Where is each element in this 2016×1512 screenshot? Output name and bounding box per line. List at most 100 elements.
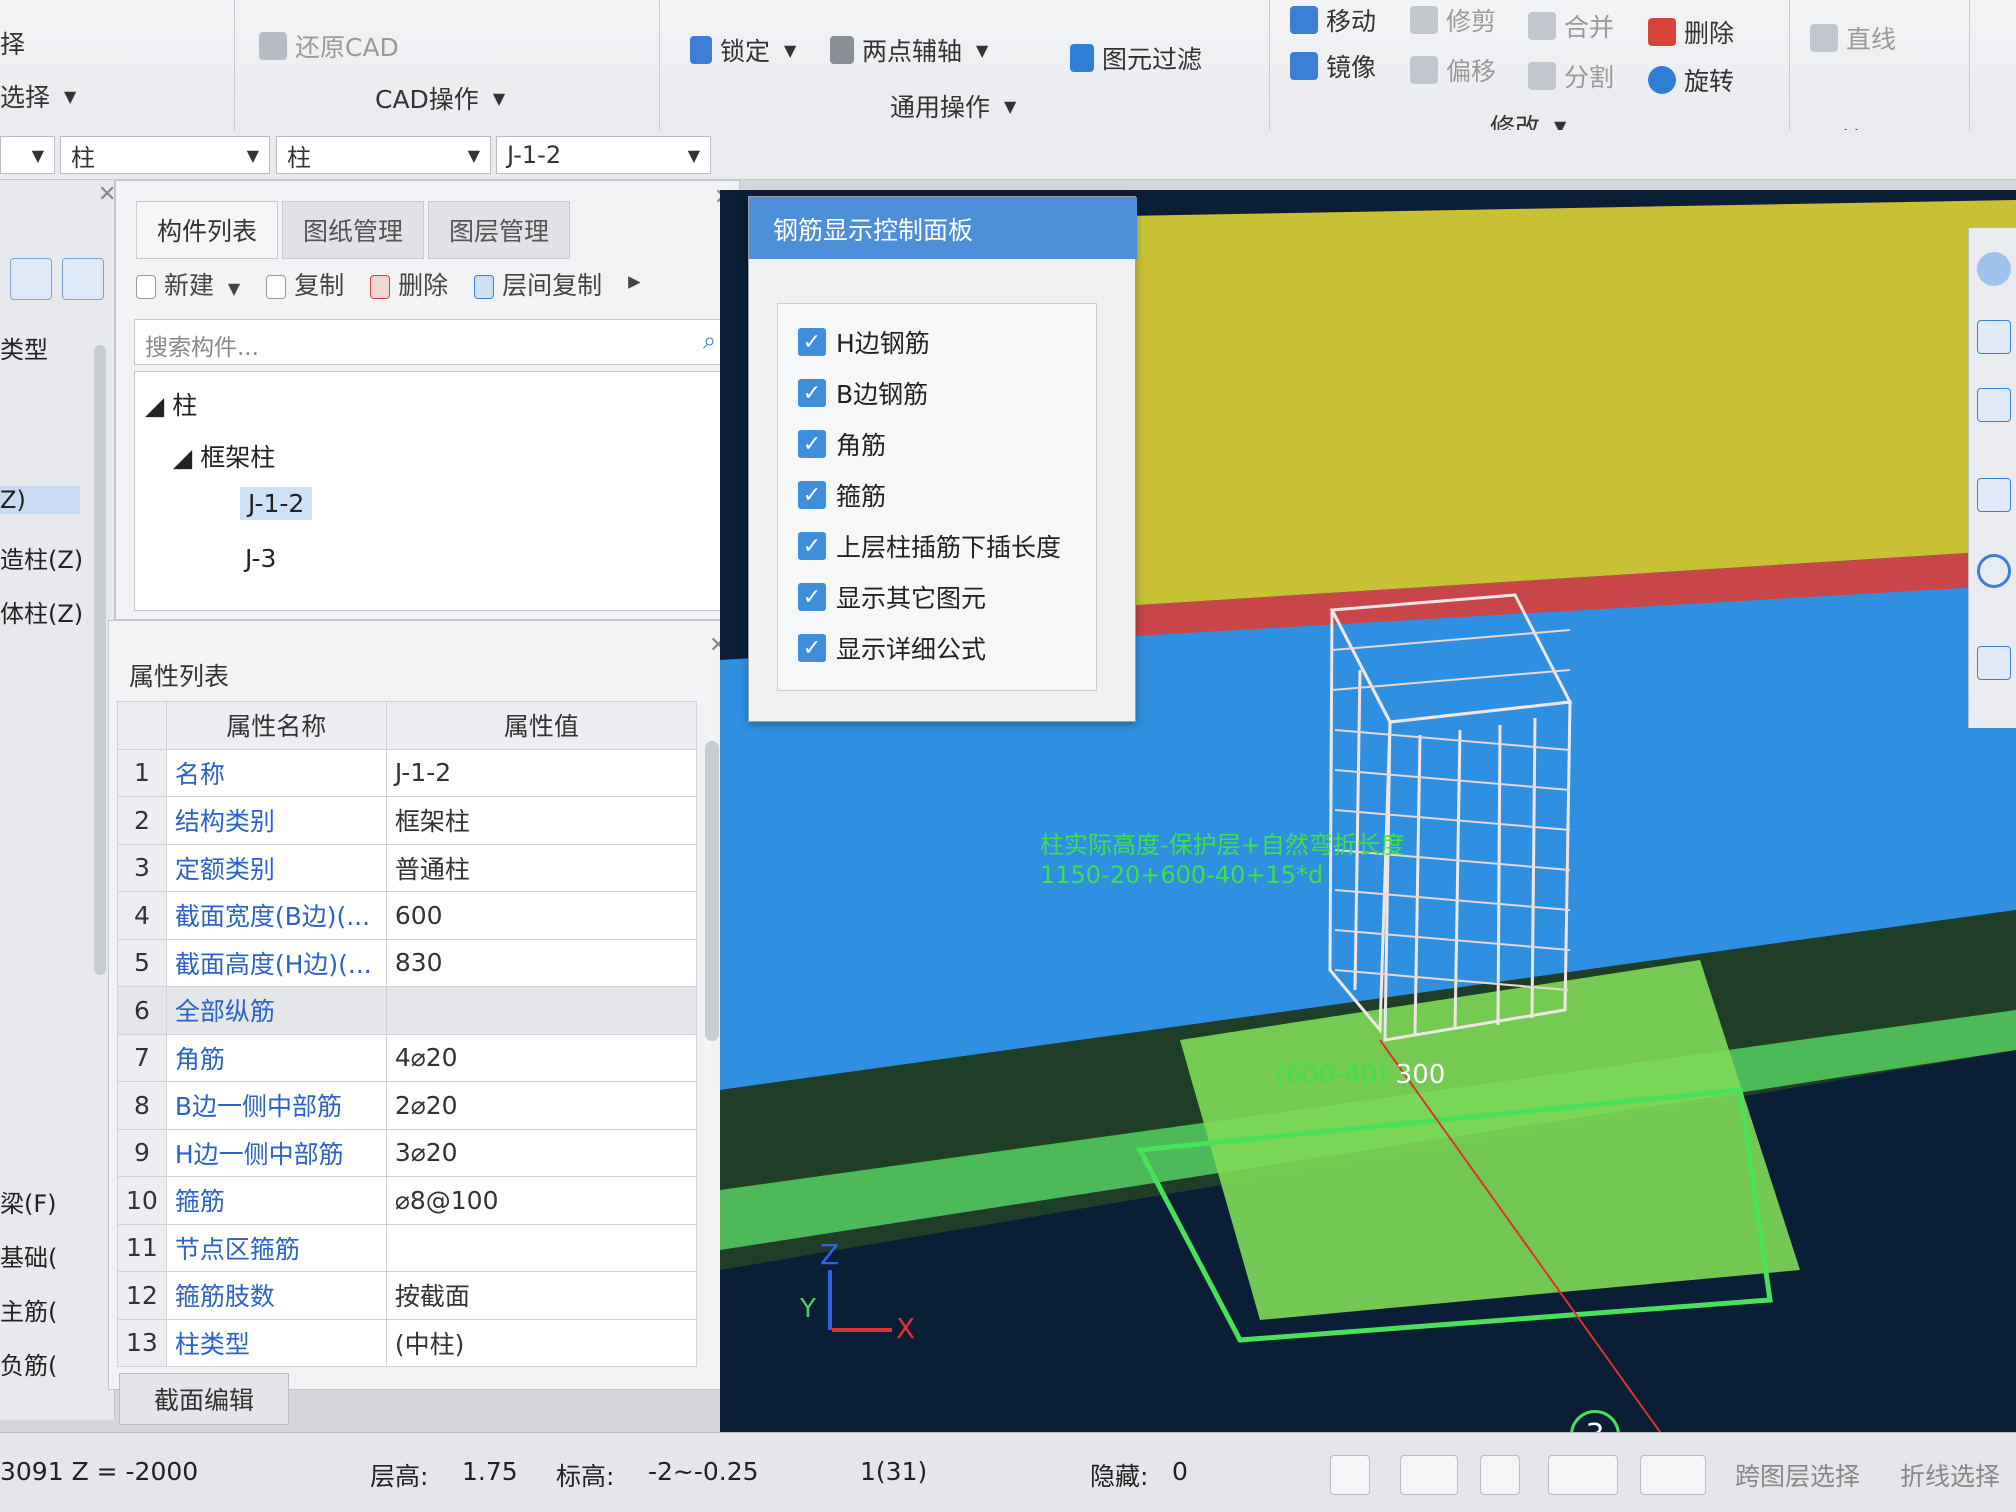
floor-copy-button[interactable]: 层间复制 [474, 266, 602, 302]
property-row[interactable]: 2 结构类别 框架柱 [117, 796, 698, 845]
nav-item-masonry-column[interactable]: 体柱(Z) [0, 594, 83, 629]
rebar-option-checkbox[interactable]: ✓ 显示详细公式 [798, 630, 986, 666]
checkbox-checked-icon[interactable]: ✓ [798, 481, 826, 509]
expand-icon[interactable]: ◢ [145, 391, 164, 420]
two-point-aux-button[interactable]: 两点辅轴 ▼ [830, 32, 988, 68]
copy-button[interactable]: 复制 [266, 266, 344, 302]
section-edit-button[interactable]: 截面编辑 [119, 1373, 289, 1425]
split-button[interactable]: 分割 [1528, 58, 1614, 94]
tree-node-frame-column[interactable]: ◢ 框架柱 [173, 438, 275, 474]
property-value[interactable]: 普通柱 [385, 843, 698, 892]
component-search-input[interactable]: 搜索构件... ⌕ [134, 319, 729, 365]
new-button[interactable]: 新建 ▼ [136, 266, 240, 302]
tree-item-j-1-2[interactable]: J-1-2 [240, 487, 313, 520]
offset-button[interactable]: 偏移 [1410, 52, 1496, 88]
rebar-option-checkbox[interactable]: ✓ 角筋 [798, 426, 886, 462]
expand-icon[interactable]: ◢ [173, 443, 192, 472]
orbit-icon[interactable] [1977, 252, 2011, 286]
restore-cad-button[interactable]: 还原CAD [259, 28, 399, 64]
property-value[interactable]: 3⌀20 [385, 1128, 698, 1177]
cad-operations-dropdown[interactable]: CAD操作 ▼ [375, 80, 505, 116]
detail-view-icon[interactable] [62, 258, 104, 300]
nav-item-column[interactable]: Z) [0, 486, 80, 514]
rebar-option-checkbox[interactable]: ✓ 上层柱插筋下插长度 [798, 528, 1061, 564]
property-row[interactable]: 6 全部纵筋 [117, 986, 698, 1035]
nav-item-beam[interactable]: 梁(F) [0, 1184, 57, 1219]
move-button[interactable]: 移动 [1290, 2, 1376, 38]
category-selector[interactable]: 柱 ▼ [60, 136, 270, 174]
snap-icon[interactable] [1400, 1455, 1458, 1495]
property-row[interactable]: 13 柱类型 (中柱) [117, 1318, 698, 1367]
property-row[interactable]: 9 H边一侧中部筋 3⌀20 [117, 1128, 698, 1177]
properties-scrollbar[interactable] [705, 741, 719, 1041]
more-icon[interactable]: ▸ [628, 266, 641, 302]
property-value[interactable]: 2⌀20 [385, 1081, 698, 1130]
tab-drawing-management[interactable]: 图纸管理 [282, 201, 425, 259]
property-row[interactable]: 1 名称 J-1-2 [117, 748, 698, 797]
nav-item-main-rebar[interactable]: 主筋( [0, 1292, 57, 1327]
property-row[interactable]: 5 截面高度(H边)(... 830 [117, 938, 698, 987]
lock-button[interactable]: 锁定 ▼ [690, 32, 796, 68]
checkbox-checked-icon[interactable]: ✓ [798, 634, 826, 662]
checkbox-checked-icon[interactable]: ✓ [798, 328, 826, 356]
floor-selector[interactable]: ▼ [0, 136, 55, 174]
nav-item-constructional-column[interactable]: 造柱(Z) [0, 540, 83, 575]
merge-button[interactable]: 合并 [1528, 8, 1614, 44]
list-view-icon[interactable] [10, 258, 52, 300]
element-filter-button[interactable]: 图元过滤 [1070, 40, 1202, 76]
property-value[interactable]: (中柱) [385, 1318, 698, 1367]
cross-layer-select-toggle[interactable]: 跨图层选择 [1735, 1457, 1860, 1493]
nav-item-foundation[interactable]: 基础( [0, 1238, 57, 1273]
ortho-icon[interactable] [1330, 1455, 1370, 1495]
cube-icon[interactable] [1977, 478, 2011, 512]
nav-item-negative-rebar[interactable]: 负筋( [0, 1346, 57, 1381]
rebar-option-checkbox[interactable]: ✓ B边钢筋 [798, 375, 928, 411]
checkbox-checked-icon[interactable]: ✓ [798, 430, 826, 458]
close-icon[interactable]: ✕ [98, 182, 116, 207]
type-selector[interactable]: 柱 ▼ [276, 136, 491, 174]
property-row[interactable]: 12 箍筋肢数 按截面 [117, 1271, 698, 1320]
delete-button[interactable]: 删除 [1648, 14, 1734, 50]
layout-icon[interactable] [1977, 646, 2011, 680]
add-point-icon[interactable] [1640, 1455, 1706, 1495]
property-value[interactable] [385, 986, 698, 1035]
common-operations-dropdown[interactable]: 通用操作 ▼ [890, 88, 1016, 124]
property-value[interactable]: 4⌀20 [385, 1033, 698, 1082]
property-value[interactable]: ⌀8@100 [385, 1176, 698, 1225]
property-value[interactable]: 框架柱 [385, 796, 698, 845]
line-button[interactable]: 直线 [1810, 20, 1896, 56]
property-value[interactable]: 按截面 [385, 1271, 698, 1320]
rebar-option-checkbox[interactable]: ✓ H边钢筋 [798, 324, 930, 360]
dynamic-input-icon[interactable] [1548, 1455, 1618, 1495]
tab-layer-management[interactable]: 图层管理 [428, 201, 571, 259]
checkbox-checked-icon[interactable]: ✓ [798, 379, 826, 407]
search-icon[interactable]: ⌕ [703, 328, 716, 354]
property-row[interactable]: 11 节点区箍筋 [117, 1223, 698, 1272]
checkbox-checked-icon[interactable]: ✓ [798, 532, 826, 560]
cross-icon[interactable] [1480, 1455, 1520, 1495]
rebar-option-checkbox[interactable]: ✓ 箍筋 [798, 477, 886, 513]
2d-view-icon[interactable] [1977, 320, 2011, 354]
rotate-button[interactable]: 旋转 [1648, 62, 1734, 98]
checkbox-checked-icon[interactable]: ✓ [798, 583, 826, 611]
tree-node-column[interactable]: ◢ 柱 [145, 386, 197, 422]
property-value[interactable]: J-1-2 [385, 748, 698, 797]
nav-scrollbar[interactable] [94, 345, 106, 975]
trim-button[interactable]: 修剪 [1410, 2, 1496, 38]
rotate-view-icon[interactable] [1977, 554, 2011, 588]
property-row[interactable]: 3 定额类别 普通柱 [117, 843, 698, 892]
property-value[interactable] [385, 1223, 698, 1272]
property-value[interactable]: 600 [385, 891, 698, 940]
polyline-select-toggle[interactable]: 折线选择 [1900, 1457, 2000, 1493]
property-row[interactable]: 8 B边一侧中部筋 2⌀20 [117, 1081, 698, 1130]
tree-item-j-3[interactable]: J-3 [245, 544, 276, 573]
property-row[interactable]: 7 角筋 4⌀20 [117, 1033, 698, 1082]
tab-component-list[interactable]: 构件列表 [136, 201, 279, 259]
delete-component-button[interactable]: 删除 [370, 266, 448, 302]
rebar-option-checkbox[interactable]: ✓ 显示其它图元 [798, 579, 986, 615]
property-row[interactable]: 10 箍筋 ⌀8@100 [117, 1176, 698, 1225]
property-value[interactable]: 830 [385, 938, 698, 987]
select-dropdown[interactable]: 选择 ▼ [0, 78, 76, 114]
axis-gizmo[interactable]: Z Y X [800, 1238, 920, 1360]
mirror-button[interactable]: 镜像 [1290, 48, 1376, 84]
